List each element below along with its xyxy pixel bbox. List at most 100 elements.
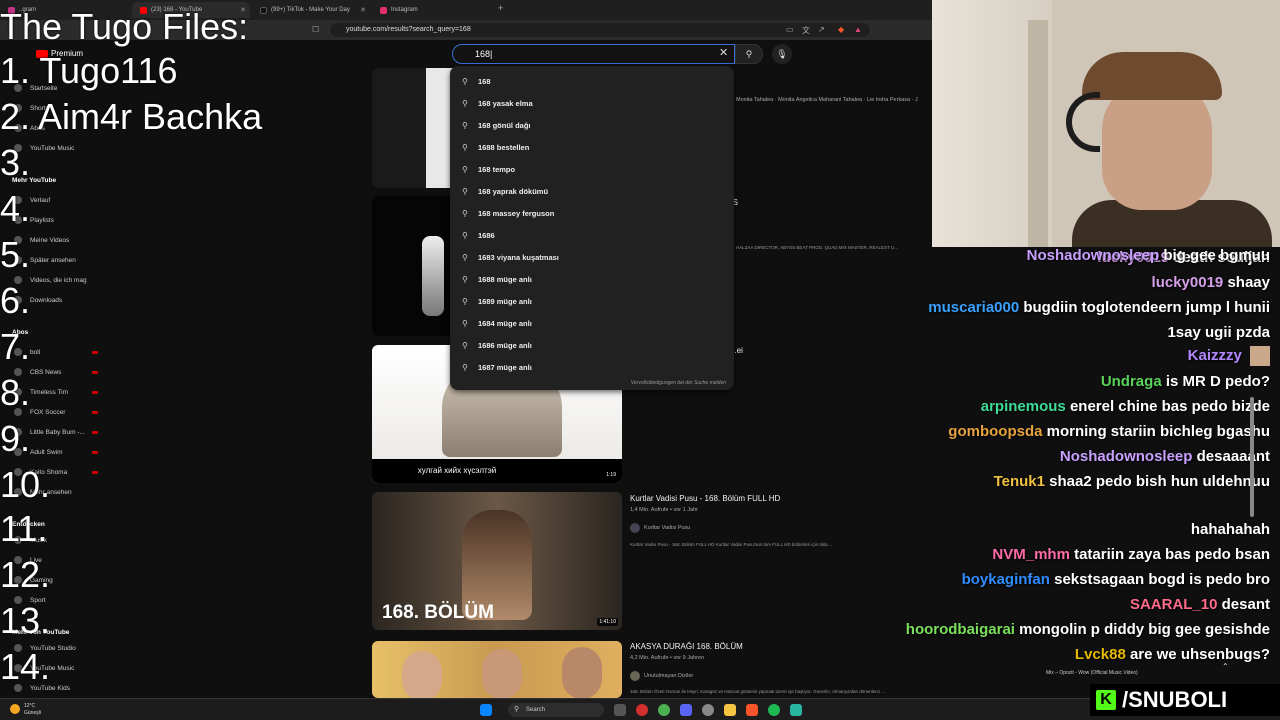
sidebar-item-label: boll (30, 348, 41, 356)
streamer-handle: /SNUBOLI (1122, 687, 1228, 712)
suggestion-item[interactable]: ⚲ 168 massey ferguson (450, 202, 734, 224)
chat-text: shaa2 pedo bish hun uldehnuu (1049, 473, 1270, 490)
chat-username[interactable]: Kaizzzy (1188, 347, 1242, 364)
suggestion-item[interactable]: ⚲ 168 tempo (450, 158, 734, 180)
thumbnail-caption: хулгай хийх хүсэлтэй (372, 459, 622, 483)
opera-icon[interactable] (636, 704, 648, 716)
video-description: Kurtlar Vadisi Pusu - 168. Bölüm FULL HD… (630, 542, 833, 547)
chat-username[interactable]: lucky0019 (1152, 274, 1224, 291)
suggestion-item[interactable]: ⚲ 168 gönül dağı (450, 114, 734, 136)
chat-message: Tenuk1 shaa2 pedo bish hun uldehnuu (994, 473, 1270, 490)
report-suggestions-link[interactable]: Vervollständigungen bei der Suche melden (631, 380, 726, 386)
brave-shield-icon[interactable]: ◆ (838, 25, 844, 34)
chat-text: morning stariin bichleg bgashu (1046, 423, 1270, 440)
search-icon: ⚲ (462, 230, 468, 240)
overlay-list-line: 5. (0, 234, 31, 275)
overlay-list-line: 12. (0, 554, 51, 595)
file-explorer-icon[interactable] (724, 704, 736, 716)
chat-username[interactable]: boykaginfan (962, 571, 1050, 588)
video-title[interactable]: AKASYA DURAĞI 168. BÖLÜM (630, 642, 743, 651)
thumbnail-image (402, 651, 442, 698)
suggestion-item[interactable]: ⚲ 1683 viyana kuşatması (450, 246, 734, 268)
app-icon[interactable] (790, 704, 802, 716)
headset-icon (1066, 92, 1100, 152)
video-thumbnail[interactable] (372, 641, 622, 698)
suggestion-item[interactable]: ⚲ 1686 müge anlı (450, 334, 734, 356)
suggestion-item[interactable]: ⚲ 1684 müge anlı (450, 312, 734, 334)
suggestion-item[interactable]: ⚲ 1689 müge anlı (450, 290, 734, 312)
video-thumbnail[interactable]: 168. BÖLÜM 1:41:10 (372, 492, 622, 630)
share-icon[interactable]: ↗ (818, 25, 825, 34)
chat-username[interactable]: gomboopsda (948, 423, 1042, 440)
chat-username[interactable]: Noshadownosleep (1027, 247, 1160, 264)
now-playing-widget: Mix – Opozit - Wow (Official Music Video… (1040, 658, 1240, 680)
overlay-list-line: 6. (0, 280, 31, 321)
sidebar-item-label: Verlauf (30, 196, 51, 204)
translate-icon[interactable]: 文 (802, 25, 810, 36)
task-view-icon[interactable] (614, 704, 626, 716)
chat-message: Undraga is MR D pedo? (1101, 373, 1270, 390)
search-icon: ⚲ (462, 142, 468, 152)
video-duration: 1:41:10 (597, 618, 618, 626)
settings-icon[interactable] (702, 704, 714, 716)
suggestion-text: 1687 müge anlı (478, 362, 532, 372)
suggestion-item[interactable]: ⚲ 1688 bestellen (450, 136, 734, 158)
suggestion-item[interactable]: ⚲ 168 yaprak dökümü (450, 180, 734, 202)
tab-tiktok[interactable]: (99+) TikTok - Make Your Day ✕ (252, 2, 370, 18)
video-meta: Monita Tahalea · Monita Angelica Maharan… (736, 97, 918, 103)
suggestion-item[interactable]: ⚲ 168 (450, 70, 734, 92)
chat-username[interactable]: SAARAL_10 (1130, 596, 1218, 613)
tab-label: Instagram (391, 7, 418, 13)
overlay-title: The Tugo Files: (0, 6, 249, 47)
channel-row[interactable]: Kurtlar Vadisi Pusu (630, 523, 690, 533)
suggestion-item[interactable]: ⚲ 1687 müge anlı (450, 356, 734, 378)
thumbnail-caption: 168. BÖLÜM (382, 602, 494, 623)
chat-text: is MR D pedo? (1165, 373, 1270, 390)
suggestion-item[interactable]: ⚲ 1686 (450, 224, 734, 246)
chat-username[interactable]: Noshadownosleep (1060, 448, 1193, 465)
taskbar-search-label: Search (526, 707, 546, 713)
search-button[interactable]: ⚲ (735, 44, 763, 64)
suggestion-text: 1683 viyana kuşatması (478, 252, 559, 262)
chevron-up-icon[interactable]: ⌃ (1222, 662, 1229, 671)
new-tab-button[interactable]: + (498, 3, 503, 13)
spotify-icon[interactable] (768, 704, 780, 716)
channel-name: Unutulmayan Diziler (644, 673, 694, 679)
suggestion-item[interactable]: ⚲ 1688 müge anlı (450, 268, 734, 290)
suggestion-item[interactable]: ⚲ 168 yasak elma (450, 92, 734, 114)
chat-username[interactable]: Tenuk1 (994, 473, 1045, 490)
search-icon: ⚲ (462, 208, 468, 218)
live-indicator (92, 471, 98, 474)
chat-username[interactable]: arpinemous (981, 398, 1066, 415)
sidebar-item-label: Little Baby Bum -... (30, 428, 85, 436)
windows-start-icon[interactable] (480, 704, 492, 716)
clear-search-button[interactable]: ✕ (719, 46, 728, 59)
search-icon: ⚲ (462, 340, 468, 350)
overlay-list-line: 11. (0, 508, 48, 549)
chat-username[interactable]: Undraga (1101, 373, 1162, 390)
video-title[interactable]: Kurtlar Vadisi Pusu - 168. Bölüm FULL HD (630, 494, 780, 503)
bookmark-icon[interactable]: ☐ (312, 25, 319, 34)
channel-row[interactable]: Unutulmayan Diziler (630, 671, 693, 681)
close-tab-icon[interactable]: ✕ (360, 6, 366, 14)
chat-text: sekstsagaan bogd is pedo bro (1054, 571, 1270, 588)
taskbar-search[interactable]: ⚲ Search (508, 703, 604, 717)
brave-rewards-icon[interactable]: ▲ (854, 25, 862, 34)
cast-icon[interactable]: ▭ (786, 25, 794, 34)
voice-search-button[interactable]: 🎙 (772, 44, 792, 64)
chat-message-continued: 1say ugii pzda (1167, 324, 1270, 341)
brave-icon[interactable] (746, 704, 758, 716)
chat-username[interactable]: hoorodbaigarai (906, 621, 1015, 638)
search-icon: ⚲ (462, 362, 468, 372)
weather-temp: 12°C (24, 703, 36, 709)
chat-username[interactable]: muscaria000 (928, 299, 1019, 316)
chat-message: Noshadownosleep desaaaant (1060, 448, 1270, 465)
search-input[interactable]: 168| (452, 44, 735, 64)
chat-scrollbar[interactable] (1250, 397, 1254, 517)
chat-username[interactable]: NVM_mhm (992, 546, 1070, 563)
chrome-icon[interactable] (658, 704, 670, 716)
tab-instagram-2[interactable]: Instagram (372, 2, 492, 18)
chat-message: NVM_mhm tatariin zaya bas pedo bsan (992, 546, 1270, 563)
discord-icon[interactable] (680, 704, 692, 716)
search-icon: ⚲ (462, 164, 468, 174)
